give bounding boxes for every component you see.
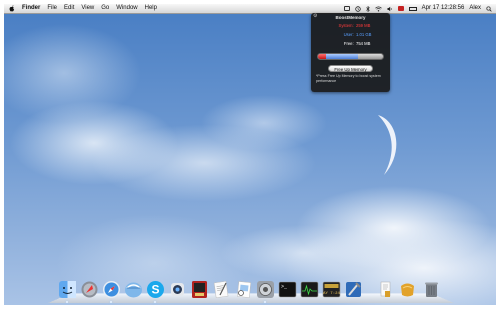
menu-help[interactable]: Help (145, 4, 157, 13)
free-up-memory-button[interactable]: Free Up Memory (328, 65, 373, 72)
desktop-wallpaper (4, 13, 496, 305)
stat-label: System: (338, 23, 354, 28)
running-indicator (66, 301, 68, 303)
boost-memory-menu-icon[interactable] (343, 6, 350, 11)
apple-menu-icon[interactable] (9, 5, 15, 12)
time-machine-icon[interactable] (354, 5, 361, 12)
running-indicator (264, 301, 266, 303)
spotlight-icon[interactable] (486, 5, 492, 12)
stat-user: User: 1.01 GB (311, 32, 390, 38)
console-readout: AY 7:24 (323, 292, 340, 296)
trash-icon[interactable] (422, 280, 441, 299)
stat-value: 1.01 GB (356, 32, 372, 37)
memory-system-fill (318, 54, 326, 59)
svg-text:>_: >_ (281, 284, 288, 290)
documents-stack-icon[interactable] (376, 280, 395, 299)
stat-system: System: 259 MB (311, 23, 390, 29)
xcode-icon[interactable] (344, 280, 363, 299)
stat-label: Free: (343, 41, 354, 46)
safari-icon[interactable] (102, 280, 121, 299)
memory-usage-bar (317, 53, 384, 60)
running-indicator (154, 301, 156, 303)
bluetooth-icon[interactable] (365, 5, 370, 12)
activity-monitor-icon[interactable] (300, 280, 319, 299)
mail-icon[interactable] (124, 280, 143, 299)
flag-icon[interactable] (397, 6, 404, 11)
menu-window[interactable]: Window (116, 4, 137, 13)
moon-crescent (378, 115, 397, 175)
system-preferences-icon[interactable] (256, 280, 275, 299)
stat-free: Free: 754 MB (311, 41, 390, 47)
user-name[interactable]: Alex (469, 4, 481, 13)
menu-app-name[interactable]: Finder (22, 4, 40, 13)
stat-value: 754 MB (356, 41, 371, 46)
photo-booth-icon[interactable] (190, 280, 209, 299)
wifi-icon[interactable] (374, 6, 382, 12)
boost-memory-panel: ⚙ BoostMemory System: 259 MB User: 1.01 … (311, 13, 390, 92)
terminal-icon[interactable]: >_ (278, 280, 297, 299)
preview-icon[interactable] (234, 280, 253, 299)
battery-icon[interactable] (408, 6, 417, 11)
menu-bar: Finder File Edit View Go Window Help Apr… (4, 4, 496, 14)
menu-edit[interactable]: Edit (64, 4, 74, 13)
svg-text:S: S (151, 283, 159, 297)
textedit-icon[interactable] (212, 280, 231, 299)
panel-title: BoostMemory (335, 15, 366, 20)
launchpad-icon[interactable] (80, 280, 99, 299)
menu-go[interactable]: Go (101, 4, 109, 13)
volume-icon[interactable] (387, 6, 393, 12)
memory-user-fill (325, 54, 359, 59)
finder-icon[interactable] (58, 280, 77, 299)
pastebot-icon[interactable] (168, 280, 187, 299)
hint-text: *Press Free Up Memory to boost system pe… (316, 74, 381, 83)
clock[interactable]: Apr 17 12:28:56 (422, 4, 465, 13)
skype-icon[interactable]: S (146, 280, 165, 299)
menu-view[interactable]: View (81, 4, 94, 13)
console-icon[interactable]: AY 7:24 (322, 280, 341, 299)
status-area: Apr 17 12:28:56 Alex (339, 4, 492, 13)
running-indicator (110, 301, 112, 303)
stat-value: 259 MB (356, 23, 371, 28)
menu-file[interactable]: File (47, 4, 57, 13)
stat-label: User: (343, 32, 354, 37)
downloads-stack-icon[interactable] (398, 280, 417, 299)
